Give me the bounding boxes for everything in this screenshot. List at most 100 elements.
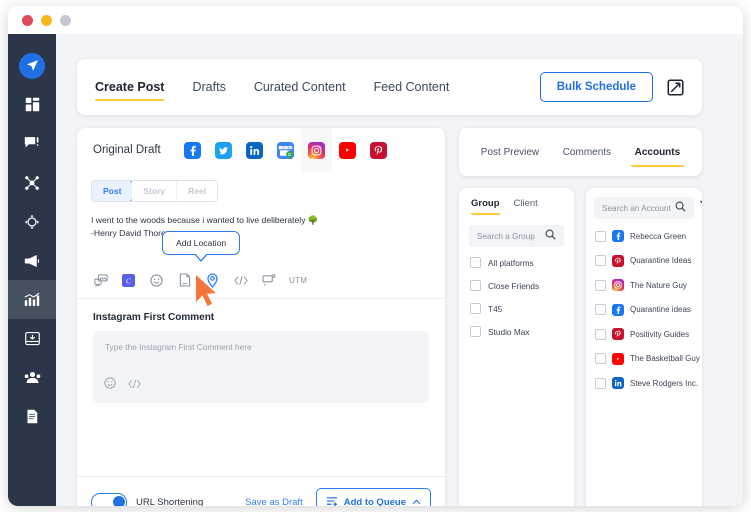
tab-create-post[interactable]: Create Post bbox=[95, 59, 164, 115]
list-item[interactable]: Rebecca Green bbox=[595, 230, 694, 242]
network-tab-facebook[interactable] bbox=[177, 128, 208, 172]
linkedin-icon bbox=[612, 377, 624, 389]
facebook-icon bbox=[184, 142, 201, 159]
list-item[interactable]: The Nature Guy bbox=[595, 279, 694, 291]
post-type-story[interactable]: Story bbox=[132, 181, 177, 201]
list-item[interactable]: Quarantine ideas bbox=[595, 304, 694, 316]
list-item[interactable]: Positivity Guides bbox=[595, 328, 694, 340]
checkbox[interactable] bbox=[595, 255, 606, 266]
pinterest-icon bbox=[612, 255, 624, 267]
add-to-queue-label: Add to Queue bbox=[344, 497, 406, 506]
group-search-input[interactable]: Search a Group bbox=[469, 225, 564, 247]
checkbox[interactable] bbox=[595, 378, 606, 389]
checkbox[interactable] bbox=[595, 280, 606, 291]
tab-accounts[interactable]: Accounts bbox=[635, 128, 681, 176]
list-item[interactable]: T45 bbox=[470, 303, 564, 314]
network-tab-linkedin[interactable] bbox=[239, 128, 270, 172]
signature-icon[interactable] bbox=[261, 273, 276, 288]
first-comment-tools bbox=[104, 376, 141, 394]
users-icon bbox=[24, 371, 41, 384]
tab-group[interactable]: Group bbox=[471, 198, 500, 216]
top-navigation-bar: Create Post Drafts Curated Content Feed … bbox=[77, 59, 702, 115]
tab-client[interactable]: Client bbox=[514, 198, 538, 216]
code-icon[interactable] bbox=[128, 376, 141, 394]
group-label: Studio Max bbox=[488, 327, 530, 337]
utm-button[interactable]: UTM bbox=[289, 276, 307, 285]
original-draft-label: Original Draft bbox=[93, 144, 161, 156]
window-controls bbox=[22, 15, 71, 26]
sidebar bbox=[8, 34, 56, 506]
tab-accounts-label: Accounts bbox=[635, 147, 681, 158]
maximize-window-button[interactable] bbox=[60, 15, 71, 26]
canva-icon[interactable]: C bbox=[121, 273, 136, 288]
tab-feed-content[interactable]: Feed Content bbox=[374, 59, 450, 115]
url-shortening-toggle[interactable] bbox=[91, 493, 127, 506]
compose-square-icon[interactable] bbox=[667, 79, 684, 96]
save-as-draft-button[interactable]: Save as Draft bbox=[245, 497, 303, 506]
checkbox[interactable] bbox=[595, 304, 606, 315]
search-icon[interactable] bbox=[545, 227, 556, 245]
sidebar-item-team[interactable] bbox=[8, 358, 56, 397]
sidebar-item-reports[interactable] bbox=[8, 397, 56, 436]
list-item[interactable]: Quarantine Ideas bbox=[595, 255, 694, 267]
sidebar-item-campaigns[interactable] bbox=[8, 241, 56, 280]
search-icon[interactable] bbox=[675, 199, 686, 217]
list-item[interactable]: Close Friends bbox=[470, 280, 564, 291]
composer-footer: URL Shortening Save as Draft Add to Queu… bbox=[77, 476, 445, 506]
main-canvas: Create Post Drafts Curated Content Feed … bbox=[56, 34, 743, 506]
sidebar-item-publish[interactable] bbox=[8, 319, 56, 358]
list-item[interactable]: All platforms bbox=[470, 257, 564, 268]
network-tab-twitter[interactable] bbox=[208, 128, 239, 172]
emoji-icon[interactable] bbox=[104, 376, 116, 394]
tab-comments[interactable]: Comments bbox=[563, 128, 611, 176]
sidebar-item-engage[interactable] bbox=[8, 202, 56, 241]
network-tab-pinterest[interactable] bbox=[363, 128, 394, 172]
list-item[interactable]: Steve Rodgers Inc. bbox=[595, 377, 694, 389]
youtube-icon bbox=[612, 353, 624, 365]
account-name: The Nature Guy bbox=[630, 281, 687, 290]
tab-post-preview[interactable]: Post Preview bbox=[481, 128, 539, 176]
list-item[interactable]: Studio Max bbox=[470, 326, 564, 337]
sidebar-item-inbox[interactable] bbox=[8, 124, 56, 163]
sidebar-item-analytics[interactable] bbox=[8, 280, 56, 319]
accounts-panel: Search an Account bbox=[586, 188, 702, 506]
checkbox[interactable] bbox=[470, 280, 481, 291]
media-icon[interactable] bbox=[93, 273, 108, 288]
document-icon[interactable] bbox=[177, 273, 192, 288]
minimize-window-button[interactable] bbox=[41, 15, 52, 26]
filter-funnel-icon[interactable] bbox=[700, 199, 702, 217]
post-type-post[interactable]: Post bbox=[91, 180, 133, 202]
list-item[interactable]: The Basketball Guy bbox=[595, 353, 694, 365]
first-comment-box[interactable]: Type the Instagram First Comment here bbox=[93, 331, 429, 403]
emoji-icon[interactable] bbox=[149, 273, 164, 288]
post-type-group: Post Story Reel bbox=[91, 180, 218, 202]
post-text-area[interactable]: I went to the woods because i wanted to … bbox=[77, 202, 445, 241]
svg-text:G: G bbox=[288, 152, 292, 157]
account-search-input[interactable]: Search an Account bbox=[594, 197, 694, 219]
network-tab-google-business[interactable]: G bbox=[270, 128, 301, 172]
mouse-cursor bbox=[195, 275, 221, 312]
facebook-icon bbox=[612, 304, 624, 316]
sidebar-item-network[interactable] bbox=[8, 163, 56, 202]
checkbox[interactable] bbox=[470, 257, 481, 268]
paper-plane-icon bbox=[19, 53, 45, 79]
checkbox[interactable] bbox=[595, 231, 606, 242]
checkbox[interactable] bbox=[470, 326, 481, 337]
close-window-button[interactable] bbox=[22, 15, 33, 26]
composer-toolbar: C bbox=[77, 267, 445, 299]
bulk-schedule-button[interactable]: Bulk Schedule bbox=[540, 72, 653, 102]
tab-curated-content[interactable]: Curated Content bbox=[254, 59, 346, 115]
code-icon[interactable] bbox=[233, 273, 248, 288]
tab-drafts[interactable]: Drafts bbox=[192, 59, 225, 115]
twitter-icon bbox=[215, 142, 232, 159]
network-tab-youtube[interactable] bbox=[332, 128, 363, 172]
sidebar-item-dashboard[interactable] bbox=[8, 85, 56, 124]
checkbox[interactable] bbox=[470, 303, 481, 314]
post-type-reel[interactable]: Reel bbox=[177, 181, 217, 201]
checkbox[interactable] bbox=[595, 353, 606, 364]
add-to-queue-button[interactable]: Add to Queue bbox=[316, 488, 431, 507]
network-tab-instagram[interactable] bbox=[301, 128, 332, 172]
sidebar-item-logo[interactable] bbox=[8, 46, 56, 85]
group-panel: Group Client Search a Group All platform… bbox=[459, 188, 574, 506]
checkbox[interactable] bbox=[595, 329, 606, 340]
